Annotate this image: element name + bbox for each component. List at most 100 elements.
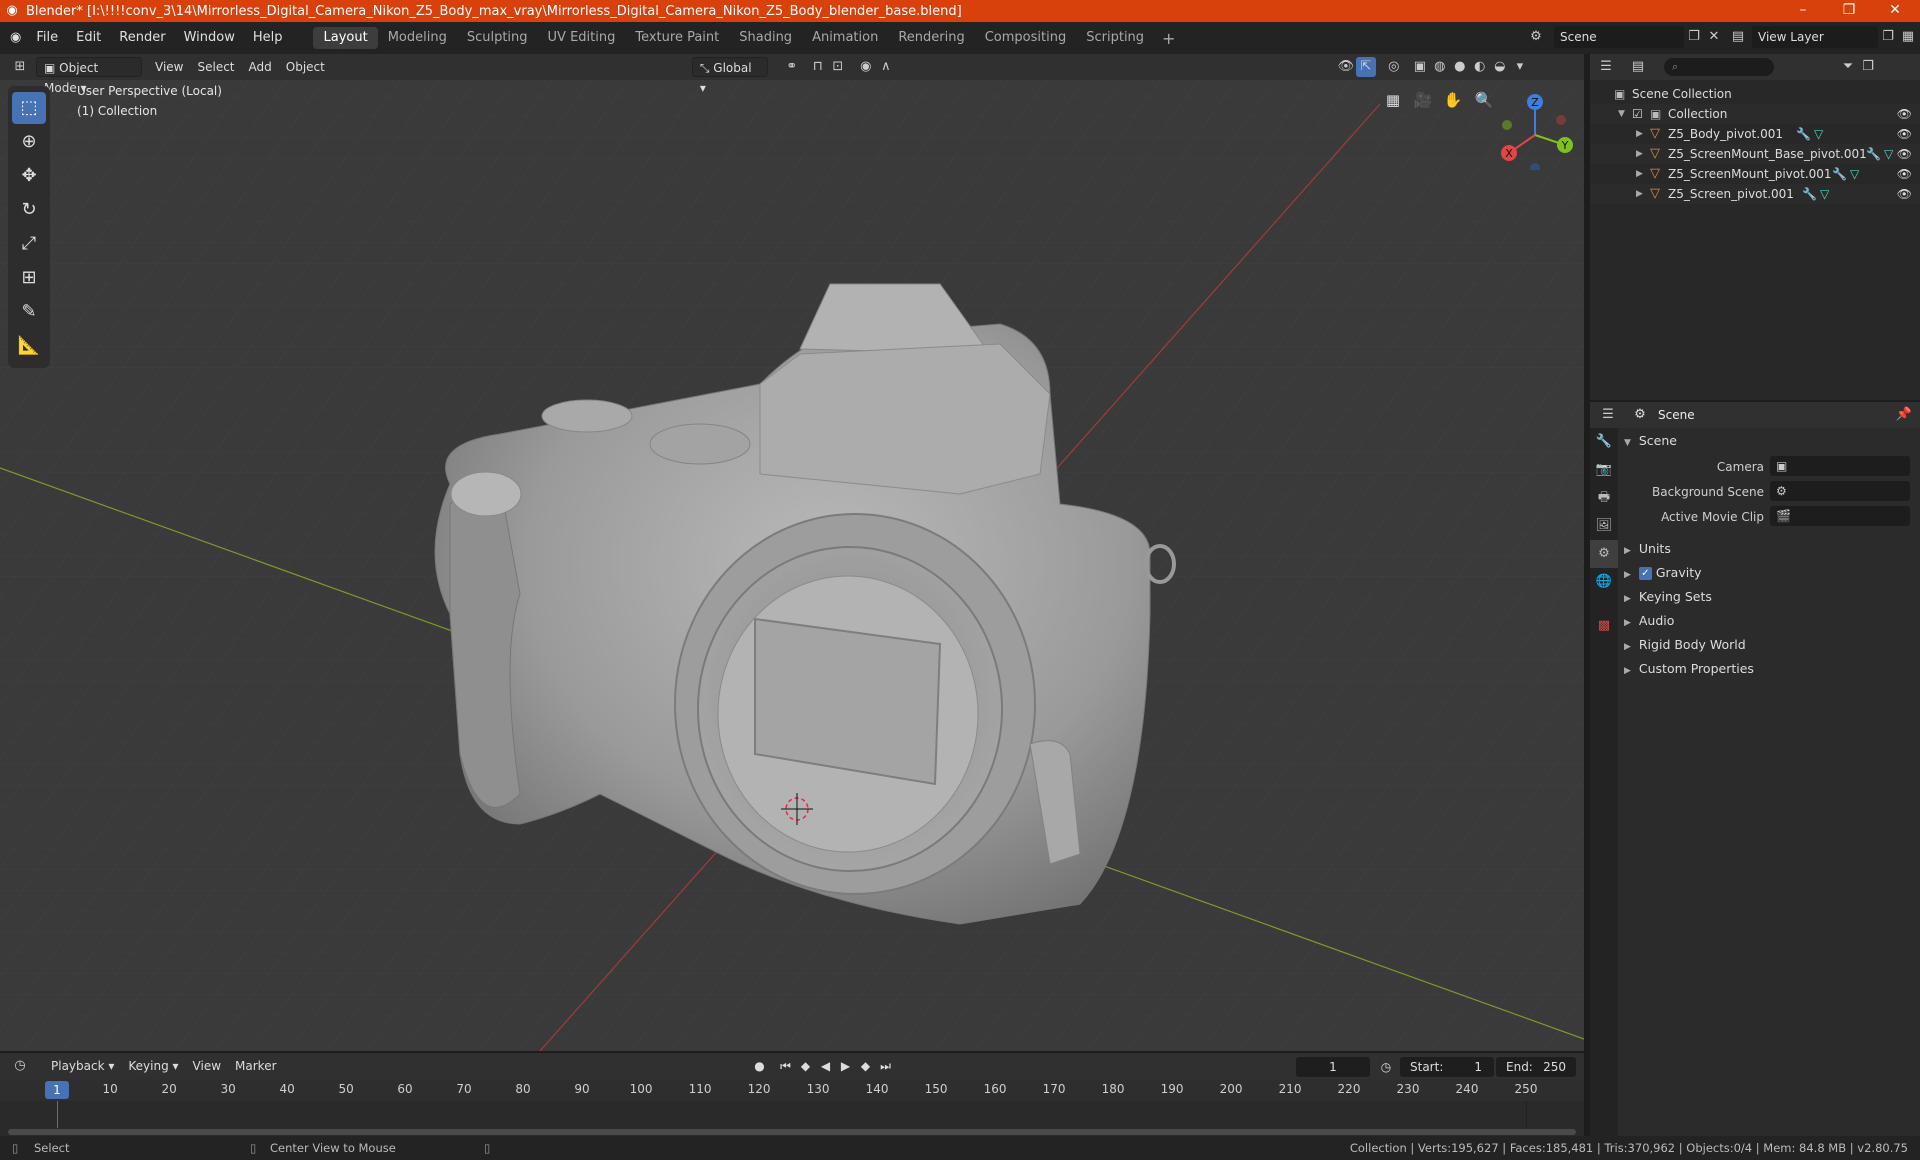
current-frame-indicator[interactable]: 1 (45, 1081, 69, 1099)
material-shading-icon[interactable]: ◐ (1470, 57, 1490, 77)
minimize-button[interactable]: – (1780, 0, 1826, 22)
viewport-menu-select[interactable]: Select (190, 57, 241, 77)
frame-ruler[interactable]: 1 10 20 30 40 50 60 70 80 90 100 110 120 130 140 150 160… (0, 1079, 1584, 1101)
gravity-section[interactable]: ▶ ✓ Gravity (1624, 562, 1920, 584)
outliner-row-object[interactable]: ▶ ▽ Z5_Body_pivot.001 🔧 ▽ 👁 (1590, 124, 1920, 144)
timeline-menu-playback[interactable]: Playback ▾ (44, 1056, 121, 1076)
expand-object-icon[interactable]: ▶ (1636, 124, 1643, 144)
outliner-row-object[interactable]: ▶ ▽ Z5_ScreenMount_Base_pivot.001 🔧 ▽ 👁 (1590, 144, 1920, 164)
next-keyframe-icon[interactable]: ◆ (856, 1056, 876, 1076)
object-mode-dropdown[interactable]: ▣ Object Mode ▾ (36, 57, 142, 95)
tab-modeling[interactable]: Modeling (378, 27, 457, 49)
object-visibility-icon[interactable]: 👁 (1897, 144, 1912, 164)
menu-file[interactable]: File (27, 27, 67, 49)
rotate-tool-icon[interactable]: ↻ (12, 194, 46, 226)
tab-uv-editing[interactable]: UV Editing (538, 27, 626, 49)
add-workspace-button[interactable]: + (1154, 29, 1183, 48)
new-view-layer-icon[interactable]: ❐ (1878, 27, 1898, 47)
visibility-icon[interactable]: 👁 (1336, 57, 1356, 77)
mesh-data-icon[interactable]: ▽ (1820, 184, 1829, 204)
tab-compositing[interactable]: Compositing (975, 27, 1077, 49)
outliner-search-input[interactable]: ⌕ (1664, 58, 1774, 76)
xray-icon[interactable]: ▣ (1410, 57, 1430, 77)
remove-scene-icon[interactable]: ✕ (1704, 27, 1724, 47)
output-tab-icon[interactable]: 🖶 (1590, 484, 1618, 512)
outliner-row-collection[interactable]: ▼ ☑ ▣ Collection 👁 (1590, 104, 1920, 124)
wireframe-shading-icon[interactable]: ◍ (1430, 57, 1450, 77)
scene-tab-icon[interactable]: ⚙ (1590, 540, 1618, 568)
record-icon[interactable]: ● (750, 1056, 770, 1076)
menu-edit[interactable]: Edit (67, 27, 110, 49)
current-frame-field[interactable]: 1 (1296, 1057, 1370, 1077)
end-frame-field[interactable]: End: 250 (1496, 1057, 1576, 1077)
scene-section-header[interactable]: ▼ Scene (1624, 430, 1920, 452)
falloff-icon[interactable]: ∧ (876, 57, 896, 77)
jump-end-icon[interactable]: ⏭ (876, 1056, 896, 1076)
snap-icon[interactable]: ⊓ (808, 57, 828, 77)
overlay-toggle-icon[interactable]: ◎ (1384, 57, 1404, 77)
editor-type-icon[interactable]: ⊞ (10, 57, 30, 77)
snap-target-icon[interactable]: ⊡ (828, 57, 848, 77)
scale-tool-icon[interactable]: ⤢ (12, 228, 46, 260)
pan-view-icon[interactable]: ✋ (1440, 87, 1466, 113)
jump-start-icon[interactable]: ⏮ (776, 1056, 796, 1076)
modifier-icon[interactable]: 🔧 (1802, 184, 1817, 204)
tab-texture-paint[interactable]: Texture Paint (625, 27, 729, 49)
collection-checkbox[interactable]: ☑ (1632, 104, 1643, 124)
expand-collection-icon[interactable]: ▼ (1618, 104, 1625, 124)
camera-view-icon[interactable]: 🎥 (1410, 87, 1436, 113)
tab-layout[interactable]: Layout (313, 27, 378, 49)
outliner-row-scene-collection[interactable]: ▣ Scene Collection (1590, 84, 1920, 104)
toggle-grid-icon[interactable]: ▦ (1380, 87, 1406, 113)
tool-tab-icon[interactable]: 🔧 (1590, 428, 1618, 456)
viewport-canvas[interactable] (0, 54, 1584, 1051)
rigid-body-world-section[interactable]: ▶ Rigid Body World (1624, 634, 1920, 656)
audio-section[interactable]: ▶ Audio (1624, 610, 1920, 632)
modifier-icon[interactable]: 🔧 (1832, 164, 1847, 184)
object-visibility-icon[interactable]: 👁 (1897, 184, 1912, 204)
tab-sculpting[interactable]: Sculpting (457, 27, 538, 49)
active-movie-clip-field[interactable]: 🎬 (1770, 506, 1910, 526)
preview-range-icon[interactable]: ◷ (1376, 1057, 1396, 1077)
close-button[interactable]: ✕ (1872, 0, 1918, 22)
outliner-row-object[interactable]: ▶ ▽ Z5_ScreenMount_pivot.001 🔧 ▽ 👁 (1590, 164, 1920, 184)
expand-object-icon[interactable]: ▶ (1636, 144, 1643, 164)
solid-shading-icon[interactable]: ● (1450, 57, 1470, 77)
expand-object-icon[interactable]: ▶ (1636, 184, 1643, 204)
new-collection-icon[interactable]: ❐ (1858, 57, 1878, 77)
tab-animation[interactable]: Animation (802, 27, 888, 49)
blender-menu-icon[interactable]: ◉ (0, 27, 27, 49)
pin-icon[interactable]: 📌 (1894, 405, 1914, 425)
measure-tool-icon[interactable]: 📐 (12, 330, 46, 362)
menu-help[interactable]: Help (244, 27, 292, 49)
keying-sets-section[interactable]: ▶ Keying Sets (1624, 586, 1920, 608)
scene-browse-icon[interactable]: ⚙ (1526, 27, 1546, 47)
view-layer-selector[interactable]: View Layer (1752, 26, 1878, 48)
modifier-icon[interactable]: 🔧 (1866, 144, 1881, 164)
new-scene-icon[interactable]: ❐ (1684, 27, 1704, 47)
scene-selector[interactable]: Scene (1554, 26, 1684, 48)
gravity-checkbox[interactable]: ✓ (1638, 567, 1652, 580)
maximize-button[interactable]: ❐ (1826, 0, 1872, 22)
play-icon[interactable]: ▶ (836, 1056, 856, 1076)
pivot-icon[interactable]: ⚭ (782, 57, 802, 77)
mesh-data-icon[interactable]: ▽ (1850, 164, 1859, 184)
properties-editor-type-icon[interactable]: ☰ (1598, 405, 1618, 425)
render-tab-icon[interactable]: 📷 (1590, 456, 1618, 484)
custom-properties-section[interactable]: ▶ Custom Properties (1624, 658, 1920, 680)
camera-field[interactable]: ▣ (1770, 456, 1910, 476)
view-layer-browse-icon[interactable]: ▤ (1728, 27, 1748, 47)
annotate-tool-icon[interactable]: ✎ (12, 296, 46, 328)
gizmo-toggle-icon[interactable]: ⇱ (1355, 57, 1376, 77)
modifier-icon[interactable]: 🔧 (1796, 124, 1811, 144)
timeline-menu-keying[interactable]: Keying ▾ (121, 1056, 185, 1076)
mesh-data-icon[interactable]: ▽ (1814, 124, 1823, 144)
units-section[interactable]: ▶ Units (1624, 538, 1920, 560)
timeline-menu-marker[interactable]: Marker (228, 1056, 283, 1076)
zoom-view-icon[interactable]: 🔍 (1471, 87, 1497, 113)
cursor-tool-icon[interactable]: ⊕ (12, 126, 46, 158)
viewport-menu-add[interactable]: Add (242, 57, 279, 77)
remove-view-layer-icon[interactable]: ▦ (1898, 27, 1918, 47)
tab-shading[interactable]: Shading (729, 27, 802, 49)
expand-object-icon[interactable]: ▶ (1636, 164, 1643, 184)
